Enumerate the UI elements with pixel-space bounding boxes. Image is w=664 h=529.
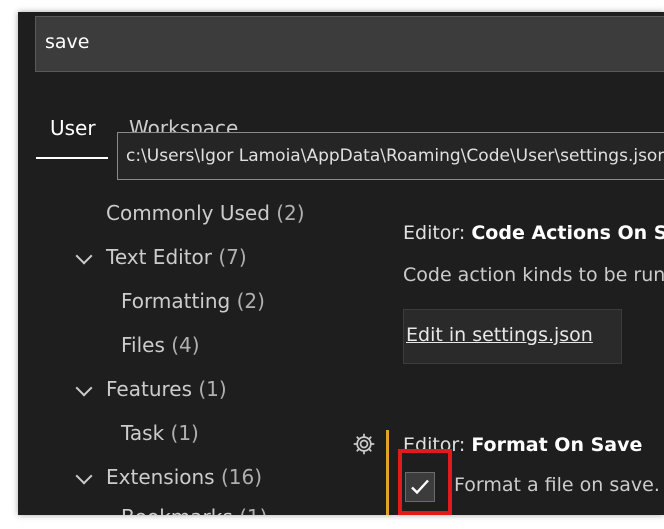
- active-tab-indicator: [36, 157, 108, 159]
- tree-item-count: (2): [236, 289, 265, 313]
- tree-item-text-editor[interactable]: Text Editor (7): [106, 245, 247, 269]
- gear-icon[interactable]: [351, 431, 377, 457]
- tree-item-label: Commonly Used: [106, 201, 270, 225]
- setting-name: Code Actions On Save: [471, 222, 664, 244]
- tree-item-extensions[interactable]: Extensions (16): [106, 465, 262, 489]
- setting-name: Format On Save: [471, 434, 643, 456]
- annotation-highlight-box: [398, 449, 452, 515]
- tree-item-bookmarks[interactable]: Bookmarks (1): [121, 505, 267, 515]
- tree-item-count: (7): [218, 245, 247, 269]
- tree-item-label: Bookmarks: [121, 505, 233, 515]
- tree-item-commonly-used[interactable]: Commonly Used (2): [106, 201, 305, 225]
- chevron-down-icon[interactable]: [75, 467, 93, 485]
- tree-item-count: (1): [239, 505, 267, 515]
- edit-in-settings-json-container: Edit in settings.json: [403, 309, 622, 364]
- tree-item-label: Features: [106, 377, 192, 401]
- tree-item-files[interactable]: Files (4): [121, 333, 200, 357]
- tree-item-count: (4): [171, 333, 200, 357]
- setting-title-code-actions: Editor: Code Actions On Save: [403, 222, 664, 244]
- settings-search-input[interactable]: save: [35, 16, 664, 72]
- chevron-down-icon[interactable]: [75, 379, 93, 397]
- search-value: save: [45, 31, 90, 53]
- edit-in-settings-json-link[interactable]: Edit in settings.json: [406, 324, 593, 346]
- tab-user[interactable]: User: [50, 116, 96, 140]
- tree-item-features[interactable]: Features (1): [106, 377, 227, 401]
- settings-path-tooltip: c:\Users\Igor Lamoia\AppData\Roaming\Cod…: [117, 132, 664, 180]
- tree-item-formatting[interactable]: Formatting (2): [121, 289, 265, 313]
- tree-item-count: (2): [276, 201, 305, 225]
- modified-indicator: [386, 430, 389, 515]
- tree-item-count: (1): [170, 421, 199, 445]
- tree-item-task[interactable]: Task (1): [121, 421, 199, 445]
- tree-item-label: Files: [121, 333, 165, 357]
- setting-description-code-actions: Code action kinds to be run on save.: [403, 264, 664, 286]
- setting-category: Editor:: [403, 222, 472, 244]
- tree-item-label: Formatting: [121, 289, 231, 313]
- chevron-down-icon[interactable]: [75, 247, 93, 265]
- settings-editor: save User Workspace c:\Users\Igor Lamoia…: [18, 12, 664, 515]
- tree-item-count: (1): [198, 377, 227, 401]
- tree-item-count: (16): [220, 465, 263, 489]
- tree-item-label: Extensions: [106, 465, 215, 489]
- tree-item-label: Text Editor: [106, 245, 212, 269]
- checkbox-description: Format a file on save.: [454, 474, 660, 496]
- tree-item-label: Task: [121, 421, 165, 445]
